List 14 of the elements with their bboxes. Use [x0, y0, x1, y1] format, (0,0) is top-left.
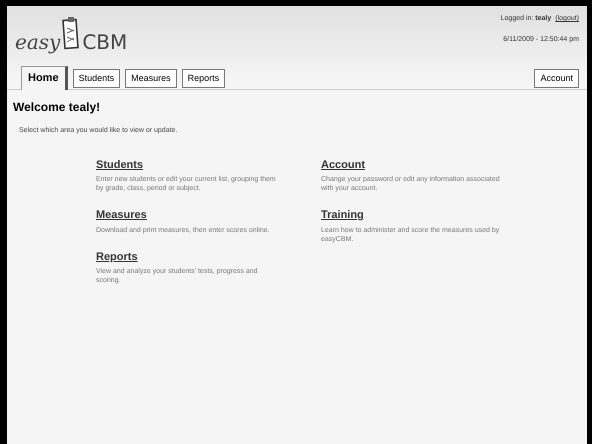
nav-tab[interactable]: Home: [21, 66, 68, 90]
nav-tab[interactable]: Reports: [182, 69, 226, 88]
nav-tab[interactable]: Account: [534, 69, 579, 88]
nav-tab[interactable]: Students: [72, 69, 120, 88]
section-link[interactable]: Account: [321, 156, 365, 173]
clipboard-icon: [62, 16, 80, 52]
section-link[interactable]: Students: [96, 156, 144, 173]
welcome-heading: Welcome tealy!: [13, 99, 102, 116]
section-link[interactable]: Measures: [96, 207, 147, 224]
section-link[interactable]: Training: [321, 207, 364, 224]
logo-text: CBM: [82, 32, 128, 52]
section-link[interactable]: Reports: [96, 248, 138, 265]
nav-tab[interactable]: Measures: [125, 69, 177, 88]
logo-text: easy: [15, 32, 60, 52]
